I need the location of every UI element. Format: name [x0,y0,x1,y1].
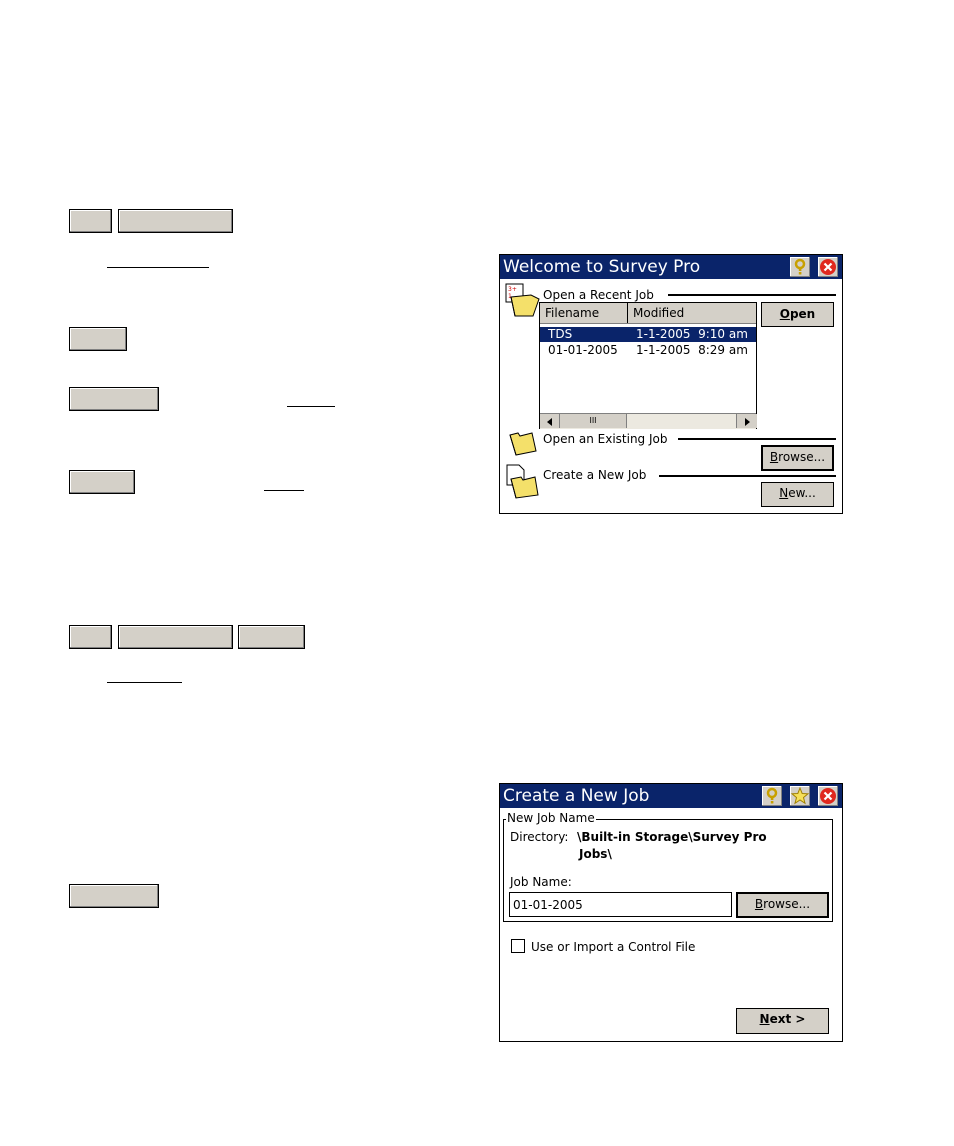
table-row[interactable]: TDS 1-1-2005 9:10 am [540,327,756,342]
table-row[interactable]: 01-01-2005 1-1-2005 8:29 am [540,343,756,358]
column-modified[interactable]: Modified [633,306,684,320]
window-title: Create a New Job [503,786,650,806]
help-icon [766,787,778,804]
list-header: Filename Modified [540,303,756,324]
group-label: New Job Name [506,811,596,825]
underline-3 [264,490,304,491]
new-button[interactable]: New... [761,482,834,507]
arrow-left-icon [547,418,552,426]
next-button[interactable]: Next > [736,1008,829,1034]
close-button[interactable] [818,786,838,806]
welcome-window: Welcome to Survey Pro 3+ 1 Open a Recent… [499,254,843,514]
star-icon [790,786,810,805]
help-button[interactable] [790,257,810,277]
key-box-4 [69,387,159,411]
close-icon [820,259,836,275]
job-name-label: Job Name: [510,875,572,889]
next-label: ext > [769,1012,806,1026]
row-filename: 01-01-2005 [548,343,618,357]
recent-jobs-list[interactable]: Filename Modified TDS 1-1-2005 9:10 am 0… [539,302,757,429]
directory-path-2: Jobs\ [579,847,612,861]
recent-divider [668,294,836,296]
recent-job-label: Open a Recent Job [543,288,654,302]
control-file-label: Use or Import a Control File [531,940,696,954]
scroll-thumb[interactable]: III [560,414,627,428]
browse-mnemonic: B [769,450,779,464]
directory-path-1: \Built-in Storage\Survey Pro [577,830,767,844]
new-job-label: Create a New Job [543,468,647,482]
help-button[interactable] [762,786,782,806]
close-icon [820,788,836,804]
new-label: ew... [788,486,816,500]
browse-button[interactable]: Browse... [761,445,834,471]
svg-text:3+: 3+ [508,286,517,293]
job-name-input[interactable]: 01-01-2005 [509,892,732,917]
window-title: Welcome to Survey Pro [503,257,701,277]
browse-mnemonic: B [754,897,764,911]
open-mnemonic: O [779,307,790,321]
folder-icon [509,432,537,456]
new-divider [659,475,836,477]
open-button[interactable]: Open [761,302,834,327]
key-box-3 [69,327,127,351]
key-box-9 [69,884,159,908]
key-box-8 [238,625,305,649]
scroll-right-button[interactable] [736,414,757,428]
browse-label: rowse... [778,450,826,464]
control-file-checkbox[interactable] [511,939,525,953]
underline-1 [107,267,209,268]
key-box-7 [118,625,233,649]
column-divider [627,303,628,323]
row-modified: 1-1-2005 9:10 am [636,327,748,341]
horizontal-scrollbar[interactable]: III [540,413,757,429]
underline-4 [107,682,182,683]
job-name-value: 01-01-2005 [513,898,583,912]
row-filename: TDS [548,327,573,341]
browse-button[interactable]: Browse... [736,892,829,918]
row-modified: 1-1-2005 8:29 am [636,343,748,357]
scroll-left-button[interactable] [540,414,560,428]
browse-label: rowse... [763,897,811,911]
new-job-icon [506,464,539,499]
thumb-grip: III [589,416,597,425]
key-box-5 [69,470,135,494]
underline-2 [287,406,335,407]
favorites-button[interactable] [790,786,810,806]
open-label: pen [789,307,816,321]
arrow-right-icon [745,418,750,426]
directory-label: Directory: [510,830,569,844]
title-bar: Welcome to Survey Pro [500,255,842,279]
column-filename[interactable]: Filename [545,306,599,320]
existing-divider [678,438,836,440]
help-icon [794,258,806,275]
create-job-window: Create a New Job New Job Name Directory:… [499,783,843,1042]
key-box-6 [69,625,112,649]
close-button[interactable] [818,257,838,277]
new-mnemonic: N [779,486,789,500]
existing-job-label: Open an Existing Job [543,432,668,446]
key-box-1 [69,209,112,233]
title-bar: Create a New Job [500,784,842,808]
next-mnemonic: N [759,1012,770,1026]
recent-files-icon: 3+ 1 [505,283,540,317]
key-box-2 [118,209,233,233]
